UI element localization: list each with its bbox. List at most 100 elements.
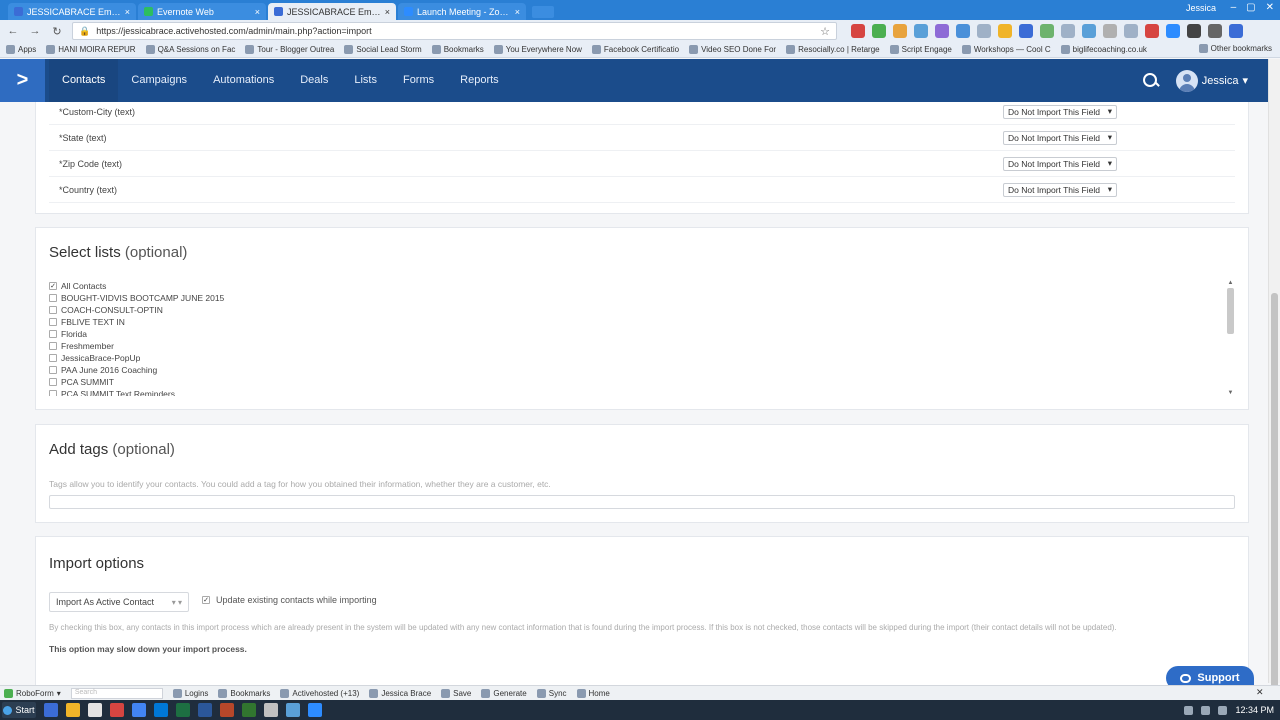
roboform-item[interactable]: Activehosted (+13) [280, 688, 359, 698]
list-item[interactable]: PCA SUMMIT Text Reminders [49, 388, 1235, 396]
extension-icon[interactable] [1208, 24, 1222, 38]
list-checkbox[interactable] [49, 390, 57, 396]
nav-contacts[interactable]: Contacts [49, 59, 119, 102]
extension-icon[interactable] [1124, 24, 1138, 38]
extension-icon[interactable] [1103, 24, 1117, 38]
extension-icon[interactable] [1166, 24, 1180, 38]
roboform-item[interactable]: Generate [481, 688, 527, 698]
roboform-item[interactable]: Bookmarks [218, 688, 270, 698]
list-checkbox[interactable]: ✓ [49, 282, 57, 290]
extension-icon[interactable] [1040, 24, 1054, 38]
nav-automations[interactable]: Automations [200, 59, 287, 102]
extension-icon[interactable] [872, 24, 886, 38]
taskbar-app-icon[interactable] [66, 703, 80, 717]
extension-icon[interactable] [1082, 24, 1096, 38]
other-bookmarks[interactable]: Other bookmarks [1198, 44, 1272, 53]
list-item[interactable]: BOUGHT-VIDVIS BOOTCAMP JUNE 2015 [49, 292, 1235, 304]
roboform-menu[interactable]: RoboForm ▾ [4, 688, 61, 698]
network-icon[interactable] [1201, 705, 1211, 715]
roboform-item[interactable]: Jessica Brace [369, 688, 431, 698]
bookmark-item[interactable]: Bookmarks [431, 45, 484, 54]
back-icon[interactable]: ← [6, 25, 20, 37]
search-icon[interactable] [1142, 72, 1160, 90]
user-menu[interactable]: Jessica ▾ [1175, 69, 1248, 92]
page-scrollbar[interactable] [1268, 59, 1280, 713]
bookmark-item[interactable]: Resocially.co | Retarge [786, 45, 880, 54]
forward-icon[interactable]: → [28, 25, 42, 37]
taskbar-app-icon[interactable] [220, 703, 234, 717]
scroll-up-icon[interactable]: ▲ [1226, 280, 1235, 286]
new-tab-button[interactable] [532, 6, 554, 18]
extension-icon[interactable] [977, 24, 991, 38]
list-item[interactable]: PAA June 2016 Coaching [49, 364, 1235, 376]
bookmark-item[interactable]: biglifecoaching.co.uk [1060, 45, 1147, 54]
roboform-close-icon[interactable]: ✕ [1256, 687, 1268, 698]
extension-icon[interactable] [998, 24, 1012, 38]
field-mapping-select[interactable]: Do Not Import This Field ▾ [1003, 130, 1117, 145]
list-item[interactable]: FBLIVE TEXT IN [49, 316, 1235, 328]
roboform-item[interactable]: Home [576, 688, 610, 698]
field-mapping-select[interactable]: Do Not Import This Field ▾ [1003, 182, 1117, 197]
extension-icon[interactable] [1019, 24, 1033, 38]
bookmark-item[interactable]: HANI MOIRA REPUR [46, 45, 136, 54]
update-existing-label[interactable]: Update existing contacts while importing [216, 595, 377, 605]
list-checkbox[interactable] [49, 378, 57, 386]
tags-input[interactable] [49, 495, 1235, 509]
taskbar-app-icon[interactable] [44, 703, 58, 717]
bookmark-item[interactable]: You Everywhere Now [493, 45, 582, 54]
bookmark-item[interactable]: Facebook Certificatio [591, 45, 679, 54]
extension-icon[interactable] [851, 24, 865, 38]
extension-icon[interactable] [1229, 24, 1243, 38]
bookmark-item[interactable]: Script Engage [889, 45, 952, 54]
list-item[interactable]: PCA SUMMIT [49, 376, 1235, 388]
list-checkbox[interactable] [49, 330, 57, 338]
bookmark-item[interactable]: Social Lead Storm [344, 45, 422, 54]
list-item[interactable]: Florida [49, 328, 1235, 340]
browser-tab[interactable]: JESSICABRACE Email Ma × [8, 3, 136, 20]
extension-icon[interactable] [893, 24, 907, 38]
scroll-down-icon[interactable]: ▼ [1226, 390, 1235, 396]
nav-lists[interactable]: Lists [341, 59, 390, 102]
extension-icon[interactable] [935, 24, 949, 38]
browser-profile-name[interactable]: Jessica [1186, 3, 1216, 13]
taskbar-app-icon[interactable] [286, 703, 300, 717]
nav-forms[interactable]: Forms [390, 59, 447, 102]
roboform-search-input[interactable]: Search [70, 687, 163, 699]
bookmark-item[interactable]: Q&A Sessions on Fac [145, 45, 235, 54]
list-checkbox[interactable] [49, 294, 57, 302]
update-existing-checkbox[interactable]: ✓ [202, 596, 210, 604]
bookmark-star-icon[interactable]: ☆ [820, 25, 830, 38]
tab-close-icon[interactable]: × [255, 7, 260, 17]
volume-icon[interactable] [1218, 705, 1228, 715]
extension-icon[interactable] [1061, 24, 1075, 38]
tray-icon[interactable] [1184, 705, 1194, 715]
url-input[interactable]: 🔒 https://jessicabrace.activehosted.com/… [72, 22, 837, 40]
taskbar-app-icon[interactable] [154, 703, 168, 717]
list-scrollbar[interactable]: ▲ ▼ [1226, 280, 1235, 396]
roboform-item[interactable]: Sync [536, 688, 567, 698]
clock[interactable]: 12:34 PM [1235, 705, 1274, 715]
list-item[interactable]: COACH-CONSULT-OPTIN [49, 304, 1235, 316]
nav-campaigns[interactable]: Campaigns [118, 59, 200, 102]
extension-icon[interactable] [1145, 24, 1159, 38]
list-item[interactable]: ✓ All Contacts [49, 280, 1235, 292]
taskbar-app-icon[interactable] [264, 703, 278, 717]
list-scrollbar-thumb[interactable] [1227, 288, 1234, 334]
bookmark-item[interactable]: Video SEO Done For [689, 45, 776, 54]
bookmark-item[interactable]: Workshops — Cool C [961, 45, 1051, 54]
roboform-item[interactable]: Logins [172, 688, 208, 698]
minimize-icon[interactable]: – [1231, 2, 1237, 13]
browser-tab[interactable]: Evernote Web × [138, 3, 266, 20]
nav-deals[interactable]: Deals [287, 59, 341, 102]
page-scrollbar-thumb[interactable] [1271, 293, 1278, 713]
roboform-item[interactable]: Save [441, 688, 471, 698]
import-status-select[interactable]: Import As Active Contact ▾ ▾ [49, 592, 189, 612]
tab-close-icon[interactable]: × [385, 7, 390, 17]
reload-icon[interactable]: ↻ [50, 25, 64, 38]
taskbar-app-icon[interactable] [88, 703, 102, 717]
extension-icon[interactable] [1187, 24, 1201, 38]
activecampaign-logo-icon[interactable]: > [0, 59, 45, 102]
field-mapping-select[interactable]: Do Not Import This Field ▾ [1003, 156, 1117, 171]
extension-icon[interactable] [914, 24, 928, 38]
taskbar-app-icon[interactable] [242, 703, 256, 717]
